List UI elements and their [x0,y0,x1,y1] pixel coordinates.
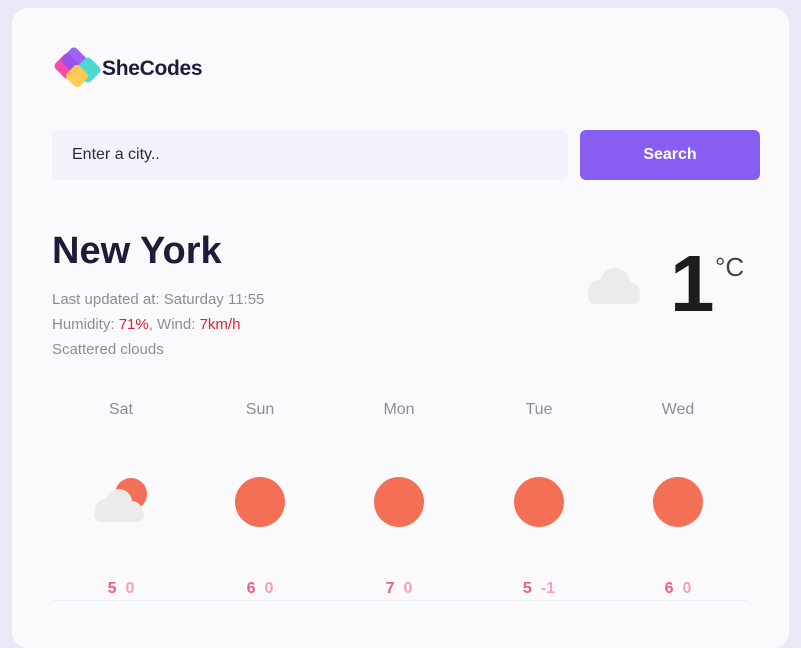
forecast-day-tue: Tue 5 -1 [474,400,604,598]
current-temperature: 1 [670,239,715,328]
forecast-day-name: Mon [383,401,415,418]
divider [52,600,748,601]
brand-logo[interactable]: SheCodes [54,47,203,90]
wind-label: , Wind: [148,316,200,333]
city-name: New York [52,230,222,272]
humidity-value: 71% [118,316,149,333]
forecast-day-name: Sun [245,401,275,418]
last-updated-value: Saturday 11:55 [163,291,265,308]
city-search-input[interactable] [52,130,568,180]
partly-cloudy-icon [56,470,186,534]
brand-name: SheCodes [102,57,203,80]
weather-app-card: SheCodes Search New York Last updated at… [12,8,789,648]
forecast-day-mon: Mon 70 [334,400,464,598]
forecast-min: 0 [264,580,274,597]
last-updated: Last updated at: Saturday 11:55 [52,287,264,312]
forecast-day-wed: Wed 60 [613,400,743,598]
forecast-day-name: Wed [661,401,695,418]
humidity-label: Humidity: [52,316,119,333]
forecast-min: 0 [125,580,135,597]
sun-icon [613,470,743,534]
forecast-day-name: Sat [108,401,133,418]
forecast-day-name: Tue [525,401,553,418]
forecast-min: 0 [682,580,692,597]
last-updated-label: Last updated at: [52,291,164,308]
forecast-temps: 70 [334,580,464,598]
sun-icon [195,470,325,534]
shecodes-logo-icon [54,47,101,88]
forecast-min: -1 [540,580,556,597]
forecast-temps: 5 -1 [474,580,604,598]
forecast-temps: 60 [195,580,325,598]
current-details: Last updated at: Saturday 11:55 Humidity… [52,287,264,362]
sun-icon [474,470,604,534]
forecast-max: 5 [522,580,532,597]
forecast-temps: 60 [613,580,743,598]
forecast-temps: 50 [56,580,186,598]
humidity-wind: Humidity: 71%, Wind: 7km/h [52,312,264,337]
weather-description: Scattered clouds [52,341,164,358]
forecast-max: 6 [664,580,674,597]
forecast-min: 0 [403,580,413,597]
temperature-unit[interactable]: °C [715,254,744,280]
wind-value: 7km/h [199,316,241,333]
search-button[interactable]: Search [580,130,760,180]
forecast-max: 7 [385,580,395,597]
forecast-max: 6 [246,580,256,597]
forecast-day-sat: Sat 50 [56,400,186,598]
sun-icon [334,470,464,534]
cloud-icon [580,262,644,315]
forecast-max: 5 [107,580,117,597]
forecast-day-sun: Sun 60 [195,400,325,598]
